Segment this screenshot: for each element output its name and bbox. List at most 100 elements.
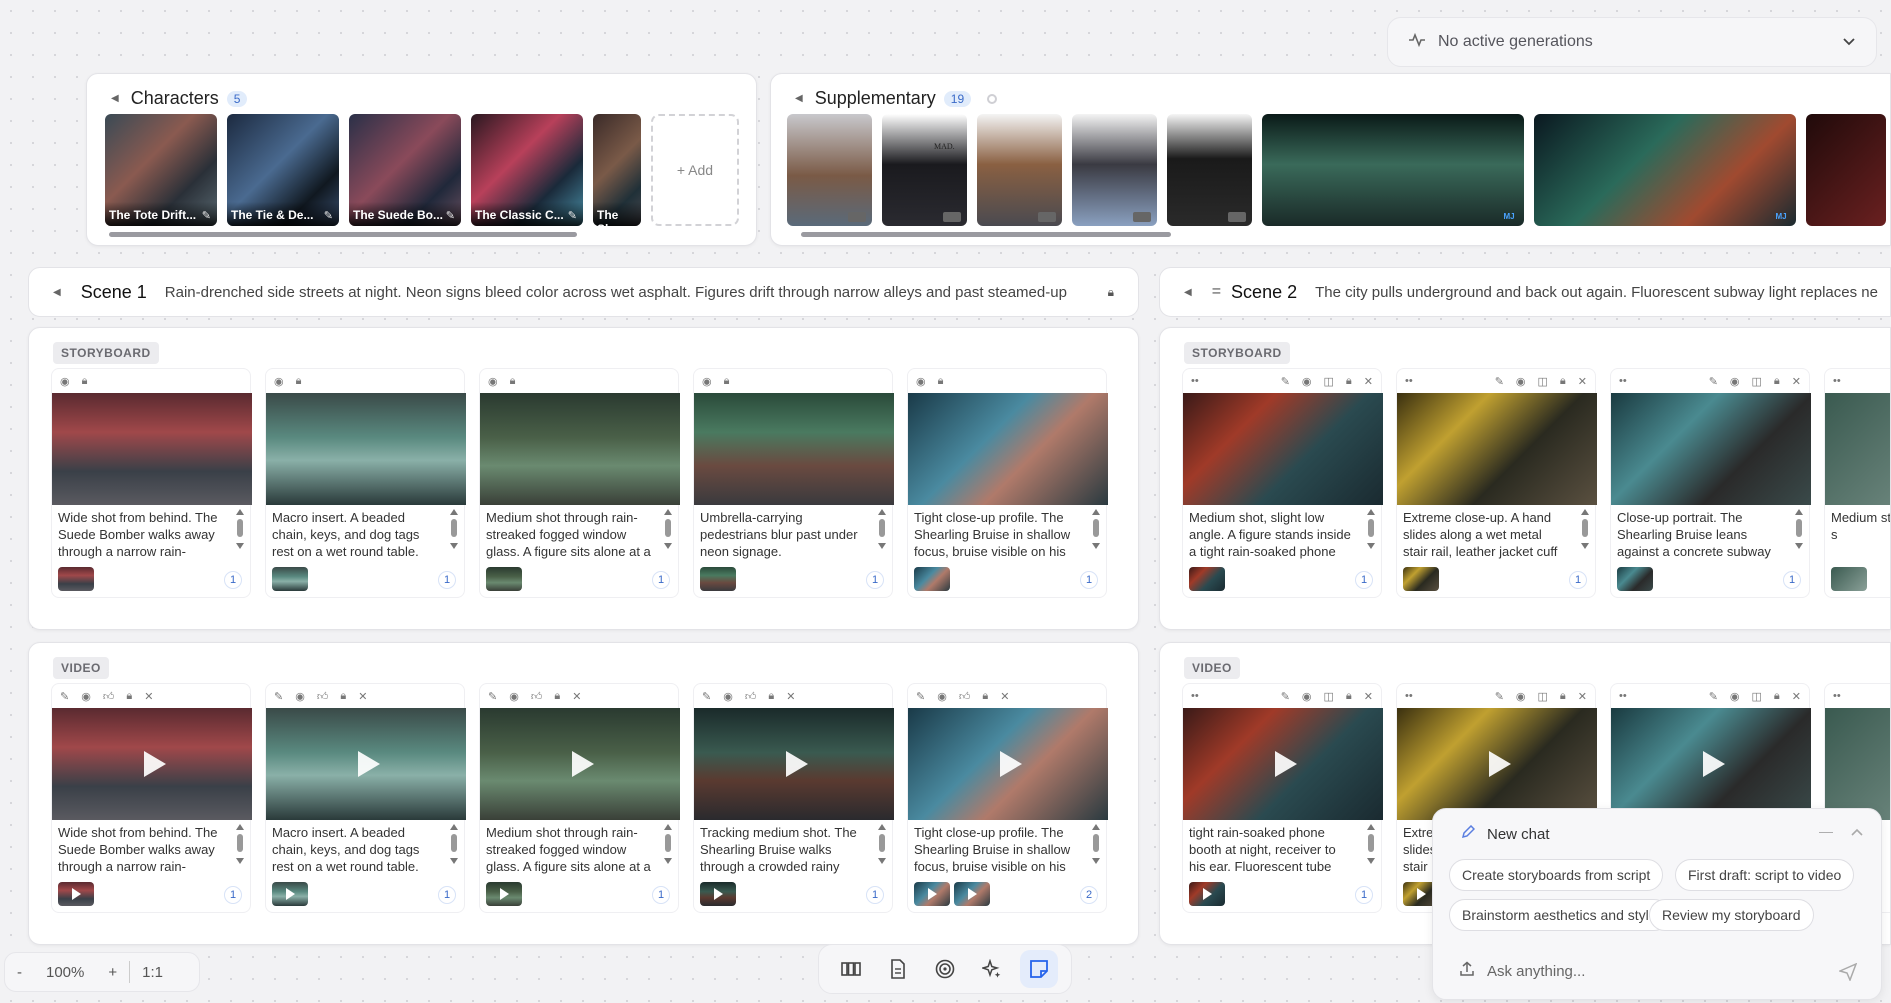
description-scrollbar[interactable] <box>450 509 458 555</box>
sticky-note-icon[interactable] <box>1020 950 1059 988</box>
version-count-badge[interactable]: 1 <box>438 571 456 589</box>
scroll-down-icon[interactable] <box>1092 543 1100 549</box>
edit-icon[interactable]: ✎ <box>1709 690 1718 703</box>
scroll-up-icon[interactable] <box>878 824 886 830</box>
version-count-badge[interactable]: 1 <box>224 886 242 904</box>
reference-thumbnail[interactable] <box>914 567 950 591</box>
visibility-icon[interactable]: ◉ <box>1730 375 1740 388</box>
scroll-down-icon[interactable] <box>664 543 672 549</box>
scroll-thumb[interactable] <box>879 519 885 537</box>
drag-handle-icon[interactable]: •• <box>1833 690 1841 702</box>
edit-icon[interactable]: ✎ <box>1281 375 1290 388</box>
chat-input[interactable]: Ask anything... <box>1459 961 1585 981</box>
shot-thumbnail[interactable] <box>694 393 894 505</box>
shot-thumbnail[interactable] <box>908 708 1108 820</box>
scroll-thumb[interactable] <box>1796 519 1802 537</box>
visibility-icon[interactable]: ◉ <box>1302 690 1312 703</box>
video-shot[interactable]: ✎ ◉ 👍︎ 🔒︎ ✕ Tight close-up profile. The Shear… <box>907 683 1108 913</box>
storyboard-shot[interactable]: ◉ 🔒︎ Medium shot through rain-streaked fog… <box>479 368 680 598</box>
version-count-badge[interactable]: 1 <box>1355 886 1373 904</box>
video-shot[interactable]: ✎ ◉ 👍︎ 🔒︎ ✕ Tracking medium shot. The Shearli… <box>693 683 894 913</box>
scroll-thumb[interactable] <box>879 834 885 852</box>
shot-thumbnail[interactable] <box>1825 393 1890 505</box>
edit-icon[interactable]: ✎ <box>488 690 497 703</box>
scroll-down-icon[interactable] <box>450 858 458 864</box>
scroll-down-icon[interactable] <box>1367 858 1375 864</box>
shot-thumbnail[interactable] <box>908 393 1108 505</box>
scroll-up-icon[interactable] <box>1092 824 1100 830</box>
reference-thumbnail[interactable] <box>58 882 94 906</box>
scroll-up-icon[interactable] <box>664 824 672 830</box>
zoom-reset-button[interactable]: 1:1 <box>130 964 175 981</box>
visibility-icon[interactable]: ◉ <box>295 690 305 703</box>
description-scrollbar[interactable] <box>1581 509 1589 555</box>
shot-thumbnail[interactable] <box>52 393 252 505</box>
minimize-icon[interactable]: — <box>1819 823 1833 839</box>
shot-thumbnail[interactable] <box>1611 708 1811 820</box>
edit-icon[interactable]: ✎ <box>702 690 711 703</box>
play-icon[interactable] <box>572 751 594 777</box>
close-icon[interactable]: ✕ <box>1000 690 1009 703</box>
visibility-icon[interactable]: ◉ <box>1730 690 1740 703</box>
version-count-badge[interactable]: 1 <box>866 886 884 904</box>
collapse-icon[interactable] <box>1851 823 1863 839</box>
shot-description[interactable]: Close-up portrait. The Shearling Bruise … <box>1611 505 1809 561</box>
reference-thumbnail[interactable] <box>272 882 308 906</box>
description-scrollbar[interactable] <box>1092 824 1100 870</box>
scroll-thumb[interactable] <box>237 519 243 537</box>
add-character-button[interactable]: + Add <box>651 114 739 226</box>
edit-icon[interactable]: ✎ <box>1495 690 1504 703</box>
scroll-thumb[interactable] <box>237 834 243 852</box>
shot-description[interactable]: Macro insert. A beaded chain, keys, and … <box>266 820 464 876</box>
scroll-down-icon[interactable] <box>878 858 886 864</box>
visibility-icon[interactable]: ◉ <box>1302 375 1312 388</box>
close-icon[interactable]: ✕ <box>1578 690 1587 703</box>
description-scrollbar[interactable] <box>236 509 244 555</box>
version-count-badge[interactable]: 1 <box>652 571 670 589</box>
scroll-up-icon[interactable] <box>664 509 672 515</box>
lock-icon[interactable]: 🔒︎ <box>510 375 516 388</box>
scroll-down-icon[interactable] <box>1092 858 1100 864</box>
collapse-caret-icon[interactable]: ◀ <box>111 93 119 104</box>
lock-icon[interactable]: 🔒︎ <box>82 375 88 388</box>
scroll-up-icon[interactable] <box>450 824 458 830</box>
suggestion-create-storyboards[interactable]: Create storyboards from script <box>1449 859 1664 891</box>
split-icon[interactable]: ◫ <box>1324 690 1334 703</box>
drag-handle-icon[interactable]: •• <box>1191 375 1199 387</box>
version-count-badge[interactable]: 1 <box>1355 571 1373 589</box>
play-icon[interactable] <box>1703 751 1725 777</box>
lock-icon[interactable]: 🔒︎ <box>1088 285 1114 300</box>
scroll-thumb[interactable] <box>665 834 671 852</box>
drag-handle-icon[interactable]: = <box>1212 283 1221 301</box>
version-count-badge[interactable]: 2 <box>1080 886 1098 904</box>
document-icon[interactable] <box>879 950 917 988</box>
close-icon[interactable]: ✕ <box>1792 690 1801 703</box>
collapse-caret-icon[interactable]: ◀ <box>795 93 803 104</box>
scroll-up-icon[interactable] <box>1092 509 1100 515</box>
thumbs-up-icon[interactable]: 👍︎ <box>103 690 115 703</box>
scroll-down-icon[interactable] <box>1795 543 1803 549</box>
scroll-down-icon[interactable] <box>236 543 244 549</box>
visibility-icon[interactable]: ◉ <box>723 690 733 703</box>
drag-handle-icon[interactable]: •• <box>1191 690 1199 702</box>
suggestion-review-storyboard[interactable]: Review my storyboard <box>1649 899 1814 931</box>
version-count-badge[interactable]: 1 <box>438 886 456 904</box>
visibility-icon[interactable]: ◉ <box>81 690 91 703</box>
play-icon[interactable] <box>786 751 808 777</box>
reference-thumbnail[interactable] <box>58 567 94 591</box>
supplementary-image[interactable] <box>1806 114 1886 226</box>
character-card[interactable]: The Tote Drift... ✎ <box>105 114 217 226</box>
shot-description[interactable]: Medium shot through rain-streaked fogged… <box>480 820 678 876</box>
split-icon[interactable]: ◫ <box>1538 690 1548 703</box>
shot-thumbnail[interactable] <box>1183 708 1383 820</box>
scene-1-header[interactable]: ◀ Scene 1 Rain-drenched side streets at … <box>28 267 1139 317</box>
visibility-icon[interactable]: ◉ <box>916 375 926 388</box>
shot-description[interactable]: Tight close-up profile. The Shearling Br… <box>908 505 1106 561</box>
reference-thumbnail[interactable] <box>1189 567 1225 591</box>
chevron-down-icon[interactable] <box>1842 34 1856 50</box>
shot-description[interactable]: tight rain-soaked phone booth at night, … <box>1183 820 1381 876</box>
supplementary-image[interactable] <box>1167 114 1252 226</box>
reference-thumbnail[interactable] <box>700 567 736 591</box>
visibility-icon[interactable]: ◉ <box>509 690 519 703</box>
scroll-up-icon[interactable] <box>878 509 886 515</box>
